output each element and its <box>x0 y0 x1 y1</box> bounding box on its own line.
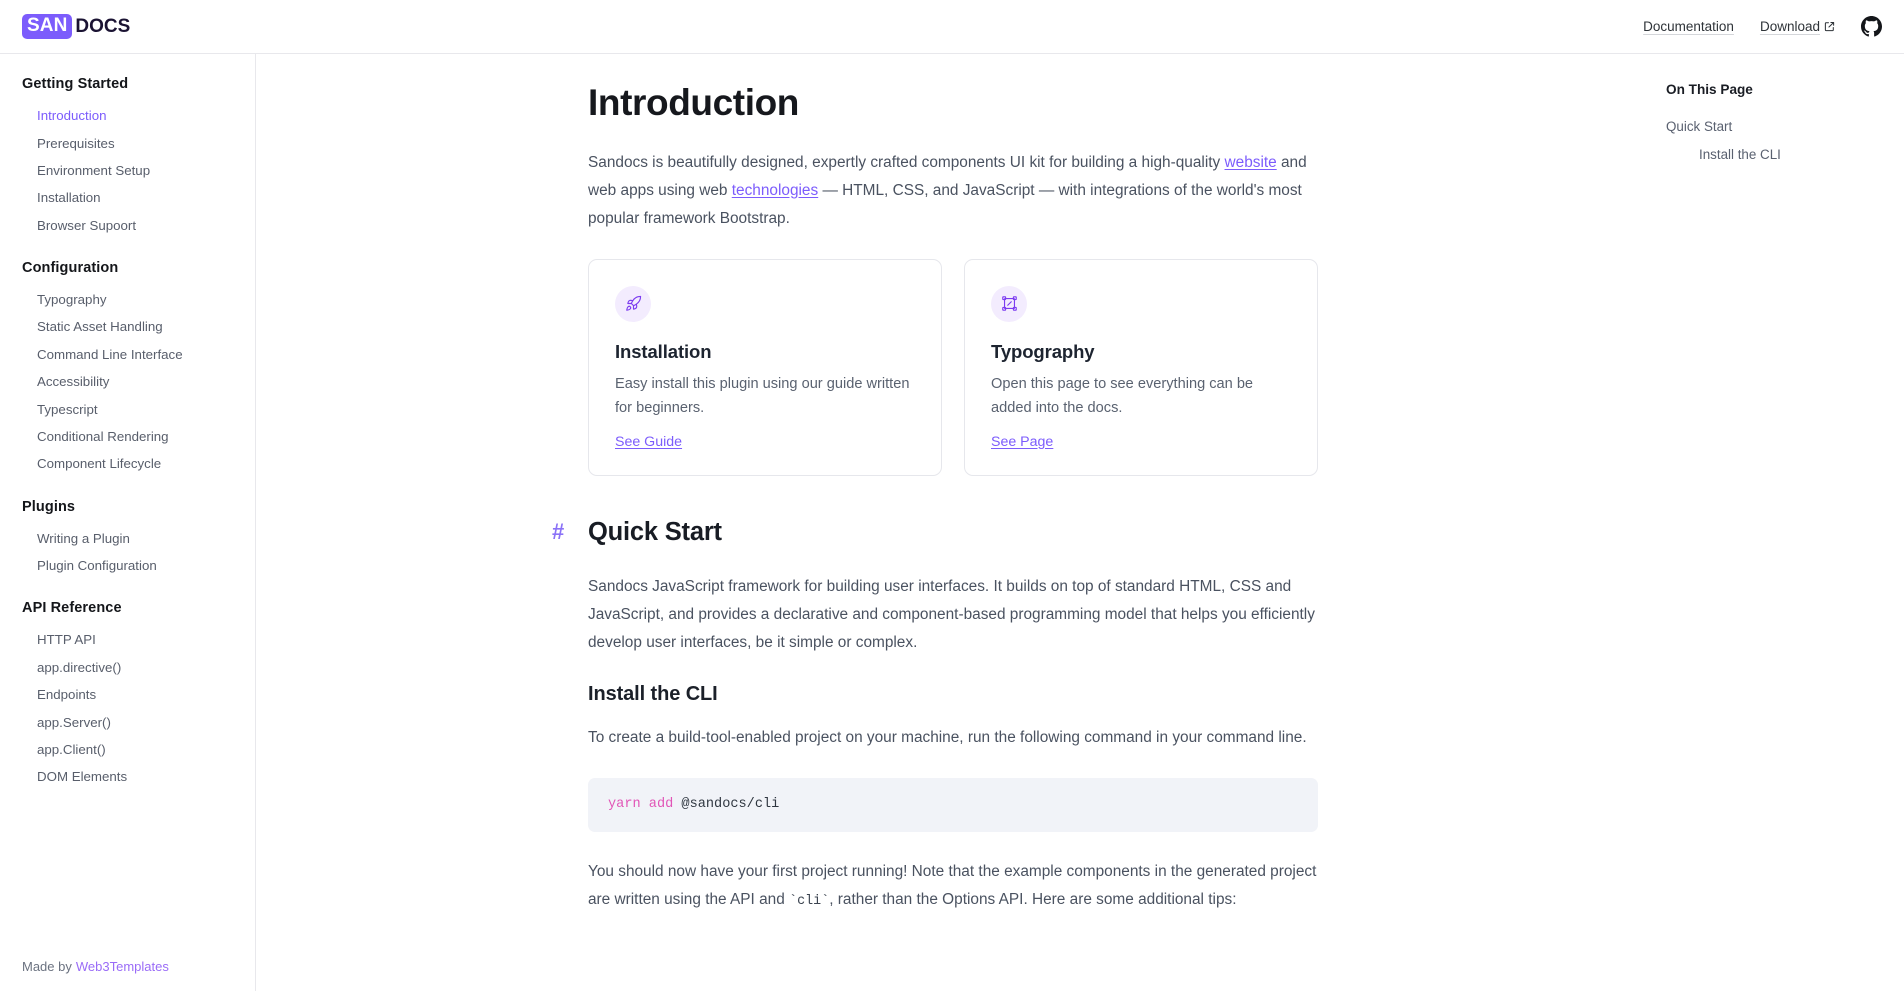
nav-group-title: API Reference <box>22 600 122 617</box>
sidebar-navigation: Getting Started Introduction Prerequisit… <box>0 54 256 991</box>
intro-link-website[interactable]: website <box>1225 154 1277 171</box>
sidebar-item-introduction[interactable]: Introduction <box>0 102 255 129</box>
sidebar-item-dom-elements[interactable]: DOM Elements <box>0 763 255 790</box>
sidebar-item-app-directive[interactable]: app.directive() <box>0 654 255 681</box>
sidebar-item-browser-support[interactable]: Browser Supoort <box>0 212 255 239</box>
sidebar-item-app-client[interactable]: app.Client() <box>0 736 255 763</box>
code-package-name: @sandocs/cli <box>673 796 780 812</box>
nav-group-plugins: Plugins Writing a Plugin Plugin Configur… <box>0 499 255 580</box>
rocket-icon <box>625 295 641 311</box>
post-install-paragraph: You should now have your first project r… <box>588 858 1318 916</box>
post-install-part2: , rather than the Options API. Here are … <box>829 890 1237 908</box>
sidebar-item-command-line-interface[interactable]: Command Line Interface <box>0 341 255 368</box>
card-icon-wrapper <box>991 285 1027 322</box>
toc-item-quick-start[interactable]: Quick Start <box>1648 113 1904 141</box>
sidebar-item-typescript[interactable]: Typescript <box>0 395 255 422</box>
card-installation[interactable]: Installation Easy install this plugin us… <box>588 258 942 476</box>
quick-start-heading-row: # Quick Start <box>552 518 1318 547</box>
code-keyword: yarn add <box>608 796 674 812</box>
card-link-see-page[interactable]: See Page <box>991 434 1053 450</box>
nav-group-getting-started: Getting Started Introduction Prerequisit… <box>0 76 255 239</box>
card-link-see-guide[interactable]: See Guide <box>615 434 682 450</box>
sidebar-item-accessibility[interactable]: Accessibility <box>0 368 255 395</box>
card-icon-wrapper <box>615 285 651 322</box>
sidebar-item-endpoints[interactable]: Endpoints <box>0 681 255 708</box>
site-logo[interactable]: SAN DOCS <box>22 14 130 39</box>
nav-link-download-label: Download <box>1759 19 1820 34</box>
card-title: Installation <box>615 340 712 362</box>
sidebar-item-conditional-rendering[interactable]: Conditional Rendering <box>0 423 255 450</box>
intro-paragraph: Sandocs is beautifully designed, expertl… <box>588 149 1318 233</box>
logo-word: DOCS <box>75 15 131 37</box>
nav-group-title: Plugins <box>22 498 76 515</box>
footer-credit-text: Made by <box>22 958 72 974</box>
intro-link-technologies[interactable]: technologies <box>732 182 818 199</box>
card-typography[interactable]: Typography Open this page to see everyth… <box>964 258 1318 476</box>
sidebar-item-prerequisites[interactable]: Prerequisites <box>0 129 255 156</box>
footer-credit-link[interactable]: Web3Templates <box>76 959 169 974</box>
main-content: Introduction Sandocs is beautifully desi… <box>256 54 1648 991</box>
header-nav: Documentation Download <box>1643 16 1882 37</box>
sidebar-item-http-api[interactable]: HTTP API <box>0 626 255 653</box>
card-description: Easy install this plugin using our guide… <box>615 375 910 416</box>
nav-link-documentation-label: Documentation <box>1643 19 1734 34</box>
sidebar-item-component-lifecycle[interactable]: Component Lifecycle <box>0 450 255 477</box>
sidebar-item-environment-setup[interactable]: Environment Setup <box>0 157 255 184</box>
nav-group-title: Configuration <box>22 259 119 276</box>
feature-cards: Installation Easy install this plugin us… <box>588 258 1318 476</box>
install-cli-paragraph: To create a build-tool-enabled project o… <box>588 728 1307 746</box>
selection-frame-icon <box>1001 296 1017 311</box>
page-title: Introduction <box>588 82 799 123</box>
toc-item-install-the-cli[interactable]: Install the CLI <box>1648 141 1904 169</box>
nav-group-api-reference: API Reference HTTP API app.directive() E… <box>0 600 255 790</box>
site-header: SAN DOCS Documentation Download <box>0 0 1904 54</box>
card-title: Typography <box>991 340 1095 362</box>
subsection-title-install-the-cli: Install the CLI <box>588 682 718 705</box>
card-description: Open this page to see everything can be … <box>991 375 1254 416</box>
nav-group-configuration: Configuration Typography Static Asset Ha… <box>0 260 255 478</box>
sidebar-item-installation[interactable]: Installation <box>0 184 255 211</box>
intro-text-part1: Sandocs is beautifully designed, expertl… <box>588 153 1225 171</box>
sidebar-item-typography[interactable]: Typography <box>0 286 255 313</box>
nav-link-download[interactable]: Download <box>1760 19 1835 34</box>
sidebar-item-app-server[interactable]: app.Server() <box>0 708 255 735</box>
sidebar-item-static-asset-handling[interactable]: Static Asset Handling <box>0 313 255 340</box>
nav-group-title: Getting Started <box>22 76 129 92</box>
quick-start-paragraph: Sandocs JavaScript framework for buildin… <box>588 577 1315 651</box>
section-title-quick-start: Quick Start <box>588 517 722 546</box>
sidebar-item-writing-a-plugin[interactable]: Writing a Plugin <box>0 525 255 552</box>
inline-code-cli: `cli` <box>789 893 830 909</box>
logo-badge: SAN <box>22 14 73 39</box>
on-this-page-toc: On This Page Quick Start Install the CLI <box>1648 54 1904 169</box>
sidebar-footer: Made by Web3Templates <box>0 941 255 991</box>
code-block-install-command[interactable]: yarn add @sandocs/cli <box>588 777 1318 832</box>
sidebar-item-plugin-configuration[interactable]: Plugin Configuration <box>0 552 255 579</box>
toc-title: On This Page <box>1666 82 1753 97</box>
anchor-link-icon[interactable]: # <box>552 521 588 543</box>
nav-link-documentation[interactable]: Documentation <box>1643 19 1734 34</box>
external-link-icon <box>1824 21 1835 32</box>
github-icon[interactable] <box>1861 16 1882 37</box>
